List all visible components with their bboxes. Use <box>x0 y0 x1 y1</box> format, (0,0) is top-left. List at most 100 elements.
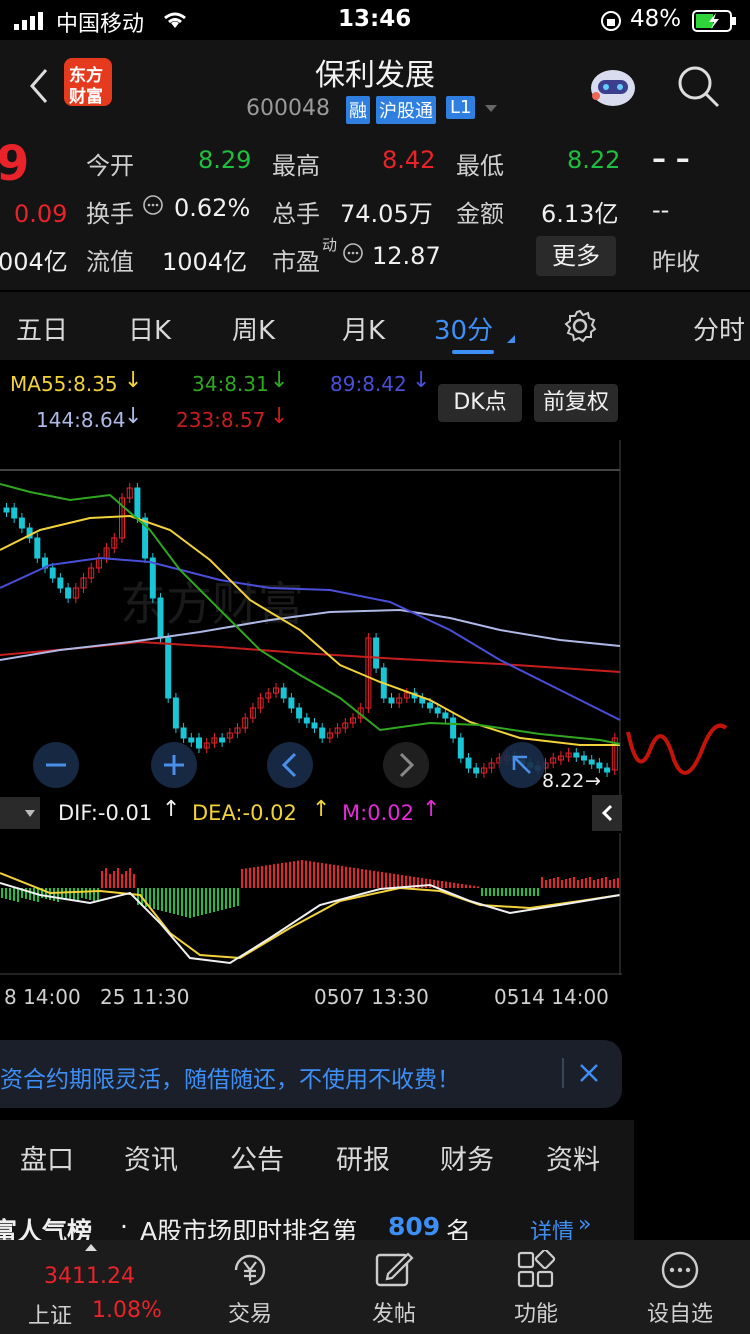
stock-code: 600048 <box>246 96 330 121</box>
info-icon[interactable] <box>142 194 164 216</box>
quote-panel: 9 0.09 004亿 今开 8.29 最高 8.42 最低 8.22 – – … <box>0 130 750 290</box>
tab-monthly-k[interactable]: 月K <box>342 310 385 347</box>
dk-point-button[interactable]: DK点 <box>438 384 522 422</box>
chevron-left-icon <box>601 804 613 822</box>
candle <box>3 507 10 513</box>
candle <box>65 587 72 599</box>
adjust-button[interactable]: 前复权 <box>534 384 618 422</box>
time-axis: 8 14:00 25 11:30 0507 13:30 0514 14:00 <box>0 975 622 1027</box>
candle <box>450 717 457 739</box>
candle <box>311 722 318 729</box>
tab-functions-label: 功能 <box>513 1302 558 1327</box>
indicator-select[interactable] <box>0 797 40 829</box>
tab-research[interactable]: 研报 <box>336 1138 390 1177</box>
grid-apps-icon <box>517 1250 556 1288</box>
signal-icon <box>14 12 43 30</box>
tab-daily-k[interactable]: 日K <box>128 310 171 347</box>
tab-30min[interactable]: 30分 <box>434 310 493 347</box>
candle <box>319 727 326 739</box>
scroll-right-button[interactable] <box>383 742 429 788</box>
fullscreen-button[interactable] <box>499 742 545 788</box>
search-icon[interactable] <box>676 64 722 110</box>
candle <box>134 487 141 519</box>
carrier-label: 中国移动 <box>56 12 145 37</box>
macd-chart[interactable] <box>0 833 634 975</box>
candle <box>49 567 56 579</box>
trade-yen-icon <box>234 1254 266 1286</box>
tab-dropdown-icon[interactable] <box>506 334 516 344</box>
kline-chart[interactable]: 东方财富 8.22 → <box>0 440 634 795</box>
candle <box>434 707 441 714</box>
turnover-label: 换手 <box>86 200 134 228</box>
double-chevron-icon[interactable]: » <box>578 1212 591 1237</box>
robot-assistant-icon[interactable] <box>586 62 640 110</box>
ma233-label: 233:8.57 <box>176 408 266 432</box>
tab-profile[interactable]: 资料 <box>546 1138 600 1177</box>
tab-news[interactable]: 资讯 <box>124 1138 178 1177</box>
bottom-tab-bar: 3411.24 上证 1.08% 交易 发帖 功能 设自选 <box>0 1240 750 1334</box>
tab-intraday[interactable]: 分时 <box>693 310 745 347</box>
tab-post[interactable]: 发帖 <box>344 1240 444 1334</box>
limit-down-placeholder: -- <box>652 196 670 224</box>
scroll-left-button[interactable] <box>267 742 313 788</box>
promo-banner[interactable]: 资合约期限灵活，随借随还，不使用不收费！ <box>0 1040 622 1108</box>
amount-label: 金额 <box>456 200 504 228</box>
limit-placeholder: – – <box>652 142 690 175</box>
candle <box>188 737 195 743</box>
candle <box>165 637 172 699</box>
candle <box>388 697 395 704</box>
candle <box>604 767 611 773</box>
tab-post-label: 发帖 <box>371 1302 416 1327</box>
dropdown-icon[interactable] <box>484 104 498 114</box>
candle <box>457 737 464 759</box>
dif-arrow-icon: ↑ <box>162 797 181 822</box>
low-label: 最低 <box>456 152 504 180</box>
tab-trade[interactable]: 交易 <box>200 1240 300 1334</box>
pe-value: 12.87 <box>372 242 441 270</box>
zoom-in-button[interactable] <box>151 742 197 788</box>
tab-add-watchlist[interactable]: 设自选 <box>630 1240 730 1334</box>
period-tabs: 五日 日K 周K 月K 30分 分时 <box>0 292 750 360</box>
banner-text: 资合约期限灵活，随借随还，不使用不收费！ <box>0 1067 460 1093</box>
pe-info-icon[interactable] <box>342 242 364 264</box>
wifi-icon <box>164 12 186 28</box>
volume-label: 总手 <box>272 200 320 228</box>
ma144-arrow-icon: ↓ <box>124 404 143 429</box>
candle <box>596 762 603 769</box>
more-button[interactable]: 更多 <box>536 236 616 276</box>
price-change: 0.09 <box>14 200 68 228</box>
close-icon[interactable] <box>578 1062 600 1084</box>
tab-five-day[interactable]: 五日 <box>16 310 68 347</box>
candle <box>180 727 187 739</box>
zoom-out-button[interactable] <box>33 742 79 788</box>
candle <box>11 507 18 519</box>
tab-financials[interactable]: 财务 <box>440 1138 494 1177</box>
more-dots-icon <box>661 1251 699 1289</box>
volume-value: 74.05万 <box>340 200 433 228</box>
ma55-arrow-icon: ↓ <box>124 368 143 393</box>
status-bar: 中国移动 13:46 48% <box>0 0 750 40</box>
settings-gear-icon[interactable] <box>562 308 598 344</box>
candle <box>288 697 295 709</box>
float-cap-value: 1004亿 <box>162 248 248 276</box>
open-value: 8.29 <box>198 146 252 174</box>
tab-announcements[interactable]: 公告 <box>230 1138 284 1177</box>
candle <box>157 597 164 639</box>
tab-functions[interactable]: 功能 <box>486 1240 586 1334</box>
expand-up-icon[interactable] <box>84 1242 98 1252</box>
tab-orderbook[interactable]: 盘口 <box>20 1138 74 1177</box>
open-label: 今开 <box>86 152 134 180</box>
collapse-panel-button[interactable] <box>592 795 622 831</box>
stock-header: 东方 财富 保利发展 600048 融 沪股通 L1 <box>0 40 750 130</box>
popularity-ranking[interactable]: 富人气榜 · A股市场即时排名第 809 名 详情 » <box>0 1190 634 1246</box>
candle <box>588 759 595 765</box>
candle <box>373 637 380 669</box>
time-label-4: 0514 14:00 <box>494 985 609 1009</box>
last-price-arrow-icon: → <box>585 770 601 792</box>
index-name: 上证 <box>28 1304 73 1329</box>
current-price: 9 <box>0 136 30 192</box>
candle <box>219 737 226 743</box>
candle <box>581 755 587 761</box>
high-value: 8.42 <box>382 146 436 174</box>
tab-weekly-k[interactable]: 周K <box>232 310 275 347</box>
